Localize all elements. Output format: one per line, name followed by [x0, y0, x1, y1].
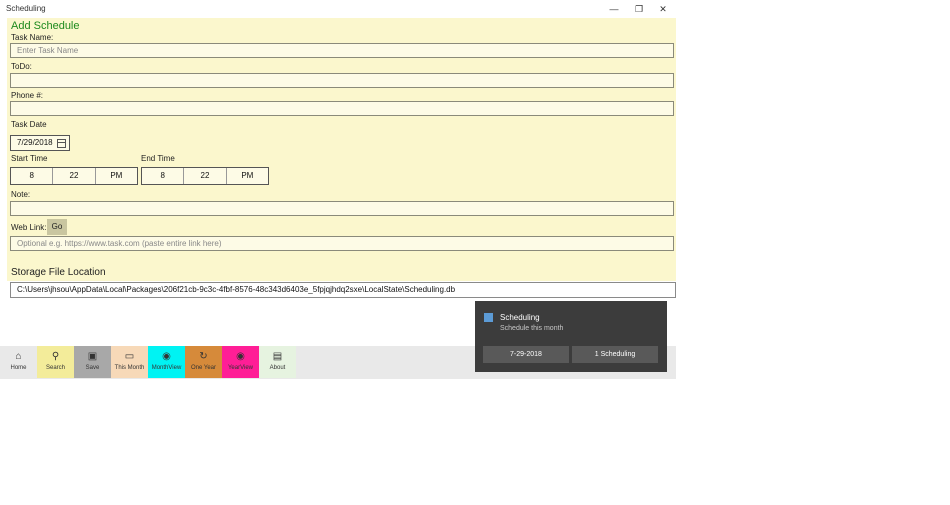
- task-name-input[interactable]: Enter Task Name: [10, 43, 674, 58]
- start-time-label: Start Time: [11, 154, 48, 163]
- chat-icon: ▤: [272, 351, 283, 362]
- about-button[interactable]: ▤ About: [259, 346, 296, 378]
- search-button[interactable]: ⚲ Search: [37, 346, 74, 378]
- calendar-icon[interactable]: [57, 139, 66, 148]
- end-minute[interactable]: 22: [184, 168, 227, 184]
- start-hour[interactable]: 8: [11, 168, 54, 184]
- month-view-button[interactable]: ◉ MonthView: [148, 346, 185, 378]
- task-date-picker[interactable]: 7/29/2018: [10, 135, 70, 151]
- home-label: Home: [10, 365, 27, 371]
- refresh-icon: ↻: [199, 351, 208, 362]
- year-view-label: YearView: [227, 365, 254, 371]
- one-year-label: One Year: [190, 365, 217, 371]
- web-link-input[interactable]: Optional e.g. https://www.task.com (past…: [10, 236, 674, 251]
- toast-date-button[interactable]: 7-29-2018: [483, 346, 569, 363]
- home-icon: ⌂: [15, 351, 22, 362]
- todo-label: ToDo:: [11, 62, 32, 71]
- todo-input[interactable]: [10, 73, 674, 88]
- camera-icon: ▭: [124, 351, 135, 362]
- one-year-button[interactable]: ↻ One Year: [185, 346, 222, 378]
- end-time-picker[interactable]: 8 22 PM: [141, 167, 269, 185]
- restore-button[interactable]: ❐: [629, 2, 649, 16]
- storage-title: Storage File Location: [11, 267, 106, 278]
- search-icon: ⚲: [51, 351, 60, 362]
- storage-path-field[interactable]: C:\Users\jhsou\AppData\Local\Packages\20…: [10, 282, 676, 298]
- web-link-label: Web Link:: [11, 223, 47, 232]
- save-button[interactable]: ▣ Save: [74, 346, 111, 378]
- toast-title: Scheduling: [500, 313, 540, 322]
- toast-scheduling-button[interactable]: 1 Scheduling: [572, 346, 658, 363]
- month-view-label: MonthView: [151, 365, 182, 371]
- end-hour[interactable]: 8: [142, 168, 185, 184]
- this-month-button[interactable]: ▭ This Month: [111, 346, 148, 378]
- phone-input[interactable]: [10, 101, 674, 116]
- app-icon: [484, 313, 493, 322]
- search-label: Search: [45, 365, 65, 371]
- this-month-label: This Month: [114, 365, 145, 371]
- note-label: Note:: [11, 190, 31, 199]
- start-time-picker[interactable]: 8 22 PM: [10, 167, 138, 185]
- year-view-button[interactable]: ◉ YearView: [222, 346, 259, 378]
- phone-label: Phone #:: [11, 91, 44, 100]
- start-period[interactable]: PM: [96, 168, 137, 184]
- close-button[interactable]: ✕: [653, 2, 673, 16]
- eye-icon: ◉: [236, 351, 245, 362]
- start-minute[interactable]: 22: [53, 168, 96, 184]
- about-label: About: [269, 365, 286, 371]
- task-date-value: 7/29/2018: [17, 138, 53, 147]
- window-title: Scheduling: [6, 4, 46, 13]
- task-date-label: Task Date: [11, 120, 47, 129]
- save-icon: ▣: [87, 351, 98, 362]
- toast-body: Schedule this month: [500, 325, 564, 332]
- end-time-label: End Time: [141, 154, 175, 163]
- add-schedule-form: Add Schedule Task Name: Enter Task Name …: [7, 18, 676, 281]
- task-name-label: Task Name:: [11, 33, 54, 42]
- toast-notification[interactable]: Scheduling Schedule this month 7-29-2018…: [475, 301, 667, 372]
- form-heading: Add Schedule: [11, 20, 80, 32]
- save-label: Save: [85, 365, 100, 371]
- note-input[interactable]: [10, 201, 674, 216]
- title-bar: Scheduling — ❐ ✕: [0, 0, 676, 18]
- eye-icon: ◉: [162, 351, 171, 362]
- end-period[interactable]: PM: [227, 168, 268, 184]
- minimize-button[interactable]: —: [604, 2, 624, 16]
- go-button[interactable]: Go: [47, 219, 67, 235]
- home-button[interactable]: ⌂ Home: [0, 346, 37, 378]
